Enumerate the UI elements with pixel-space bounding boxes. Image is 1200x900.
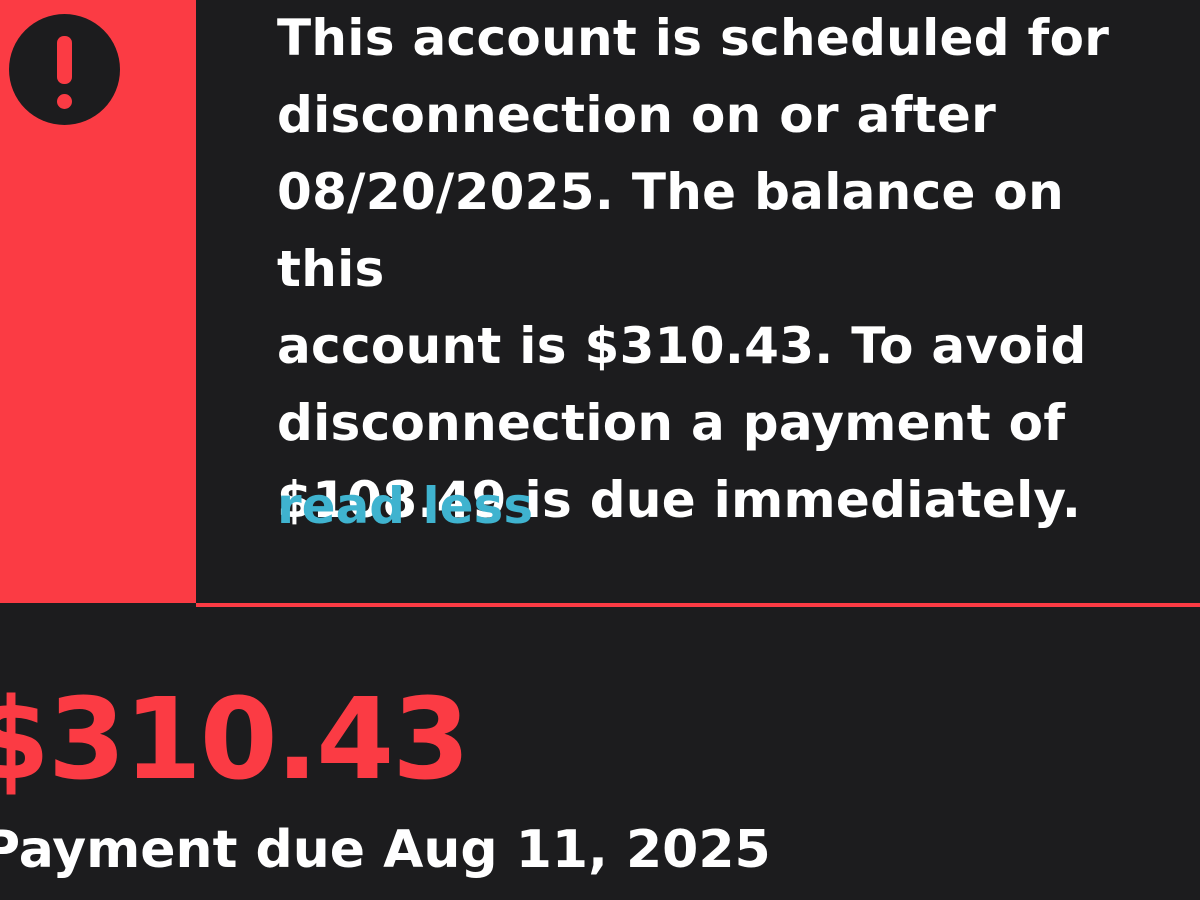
payment-due-text: Payment due Aug 11, 2025 (0, 820, 771, 880)
alert-stripe (0, 0, 196, 603)
alert-message: This account is scheduled for disconnect… (277, 9, 1110, 529)
balance-amount: $310.43 (0, 675, 470, 805)
read-less-link[interactable]: read less (277, 468, 533, 545)
disconnection-alert: This account is scheduled for disconnect… (0, 0, 1200, 603)
alert-divider (196, 603, 1200, 607)
exclamation-circle-icon (9, 14, 120, 125)
